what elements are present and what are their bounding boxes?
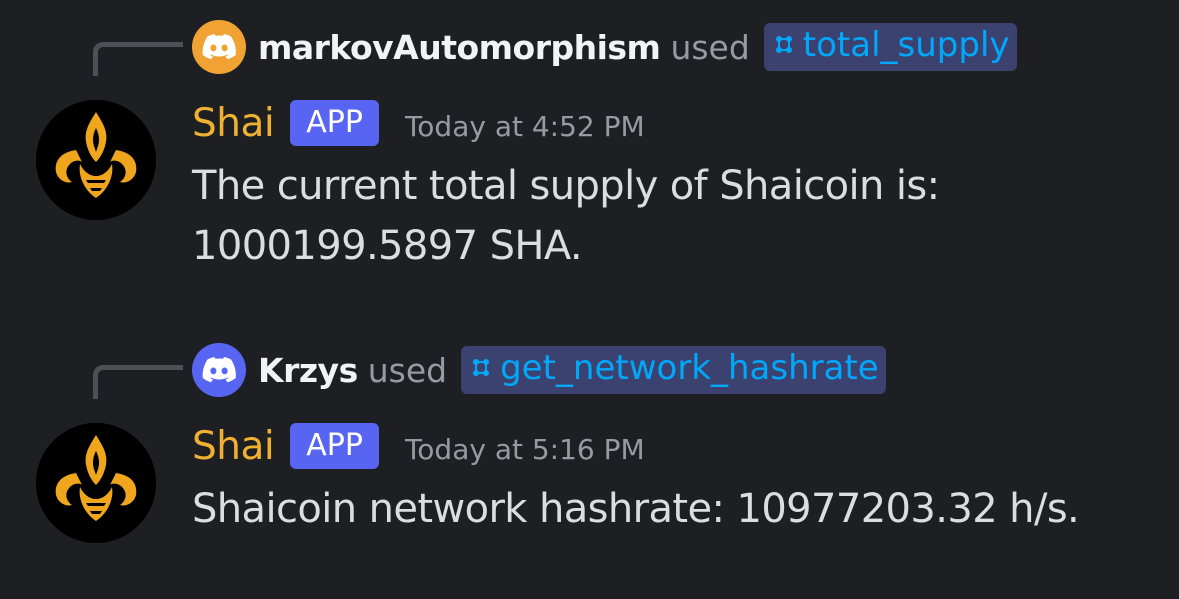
slash-command-chip[interactable]: total_supply	[763, 23, 1017, 71]
message-content: Shaicoin network hashrate: 10977203.32 h…	[192, 479, 1152, 539]
reply-connector-line	[93, 42, 183, 76]
command-icon	[775, 36, 792, 53]
bot-avatar[interactable]	[36, 423, 156, 543]
discord-logo-icon	[202, 34, 236, 60]
author-name[interactable]: Shai	[192, 101, 275, 146]
command-name: get_network_hashrate	[500, 348, 879, 388]
message: Krzys used get_network_hashrate Shai APP…	[0, 323, 1179, 599]
chat-message-list: markovAutomorphism used total_supply Sha…	[0, 0, 1179, 599]
author-name[interactable]: Shai	[192, 424, 275, 469]
app-badge: APP	[290, 100, 379, 146]
reply-username[interactable]: markovAutomorphism	[258, 28, 661, 67]
reply-user-avatar[interactable]	[192, 343, 246, 397]
message: markovAutomorphism used total_supply Sha…	[0, 0, 1179, 300]
message-line: Shaicoin network hashrate: 10977203.32 h…	[192, 486, 1080, 532]
shai-logo-icon	[36, 100, 156, 220]
command-name: total_supply	[802, 25, 1010, 65]
reply-used-text: used	[367, 350, 448, 390]
command-reply-header: Krzys used get_network_hashrate	[192, 342, 886, 398]
discord-logo-icon	[202, 357, 236, 383]
message-header: Shai APP Today at 4:52 PM	[192, 97, 645, 149]
reply-username[interactable]: Krzys	[258, 351, 358, 390]
message-line: 1000199.5897 SHA.	[192, 223, 583, 269]
slash-command-chip[interactable]: get_network_hashrate	[461, 346, 886, 394]
bot-avatar[interactable]	[36, 100, 156, 220]
command-reply-header: markovAutomorphism used total_supply	[192, 19, 1017, 75]
command-icon	[473, 359, 490, 376]
reply-connector-line	[93, 365, 183, 399]
message-timestamp: Today at 4:52 PM	[404, 109, 645, 143]
message-content: The current total supply of Shaicoin is:…	[192, 156, 1152, 276]
reply-user-avatar[interactable]	[192, 20, 246, 74]
message-header: Shai APP Today at 5:16 PM	[192, 420, 645, 472]
shai-logo-icon	[36, 423, 156, 543]
message-line: The current total supply of Shaicoin is:	[192, 163, 940, 209]
app-badge: APP	[290, 423, 379, 469]
reply-used-text: used	[670, 27, 750, 67]
message-timestamp: Today at 5:16 PM	[404, 432, 645, 466]
